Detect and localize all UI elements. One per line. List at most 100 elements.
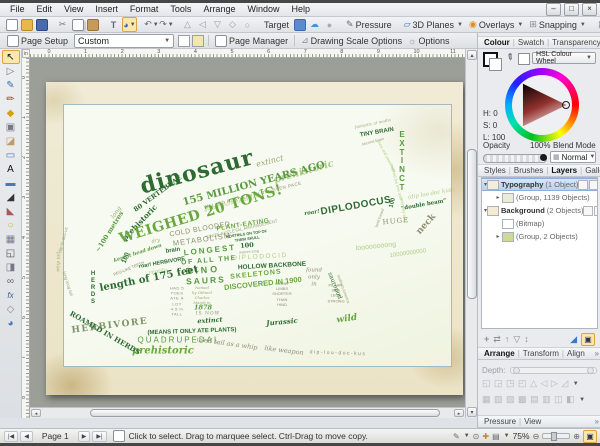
undo-button[interactable]: ↶▼ bbox=[145, 18, 158, 31]
zoom-out-icon[interactable]: ⊖ bbox=[533, 432, 540, 441]
document-page[interactable]: dinosaurextinctprehistoric155 MILLION YE… bbox=[46, 82, 463, 395]
menu-file[interactable]: File bbox=[4, 4, 31, 14]
text-tool[interactable]: A bbox=[2, 162, 20, 176]
page-colour-swatch[interactable] bbox=[178, 35, 190, 47]
horizontal-scrollbar[interactable]: ◂ ▸ bbox=[30, 407, 465, 418]
clone-tool[interactable]: ▣ bbox=[2, 120, 20, 134]
text-style-button[interactable]: T bbox=[107, 18, 120, 31]
ungroup-objects-icon[interactable]: ▧ bbox=[494, 394, 503, 405]
mask-tool[interactable]: ◨ bbox=[2, 260, 20, 274]
tab-layers[interactable]: Layers bbox=[548, 166, 580, 175]
previous-page-button[interactable]: ◀ bbox=[20, 431, 33, 442]
fill-colour-swatch[interactable] bbox=[489, 58, 502, 71]
layer-solo-toggle[interactable] bbox=[589, 180, 598, 190]
scroll-left-icon[interactable]: ◂ bbox=[31, 409, 41, 417]
next-page-button[interactable]: ▶ bbox=[78, 431, 91, 442]
group-button[interactable]: ◇ bbox=[226, 18, 239, 31]
properties-icon[interactable]: ▣ bbox=[581, 333, 595, 346]
move-down-icon[interactable]: ◳ bbox=[506, 378, 515, 389]
open-button[interactable] bbox=[20, 18, 33, 31]
page-background-swatch[interactable] bbox=[192, 35, 204, 47]
panel-overflow-icon[interactable]: » bbox=[595, 349, 599, 358]
rotate-button[interactable]: △ bbox=[181, 18, 194, 31]
fill-tool[interactable]: ◣ bbox=[2, 204, 20, 218]
options-button[interactable]: ☼Options bbox=[405, 36, 452, 46]
bring-front-icon[interactable]: ◱ bbox=[482, 378, 491, 389]
layer-edit-toggle[interactable] bbox=[583, 206, 593, 216]
menu-edit[interactable]: Edit bbox=[31, 4, 59, 14]
zoom-in-icon[interactable]: ⊕ bbox=[573, 432, 580, 441]
restore-button[interactable]: □ bbox=[564, 3, 579, 16]
ungroup-button[interactable]: ○ bbox=[241, 18, 254, 31]
scroll-down-icon[interactable]: ▾ bbox=[467, 407, 477, 417]
layer-row[interactable]: ▾Typography(1 Object)● bbox=[482, 178, 597, 191]
page-size-combobox[interactable]: Custom▼ bbox=[74, 34, 174, 48]
last-page-button[interactable]: ▶| bbox=[92, 431, 106, 442]
layer-row[interactable]: ▸(Group, 1139 Objects) bbox=[482, 191, 597, 204]
zoom-slider[interactable] bbox=[542, 433, 570, 439]
send-back-icon[interactable]: ◰ bbox=[518, 378, 527, 389]
target-sync-button[interactable]: ● bbox=[323, 18, 336, 31]
flip-h-icon[interactable]: ◁ bbox=[540, 378, 547, 389]
overlays-button[interactable]: ◉Overlays▼ bbox=[466, 19, 526, 30]
panel-tool[interactable]: ▬ bbox=[2, 176, 20, 190]
minimize-button[interactable]: – bbox=[546, 3, 561, 16]
depth-slider[interactable] bbox=[510, 367, 597, 374]
layer-expander-icon[interactable]: ▸ bbox=[494, 194, 502, 201]
fx-tool[interactable]: fx bbox=[2, 288, 20, 302]
depth-knob-left[interactable] bbox=[513, 367, 520, 374]
chevron-down-icon[interactable]: ▼ bbox=[573, 381, 579, 387]
move-up-icon[interactable]: ◲ bbox=[494, 378, 503, 389]
redo-button[interactable]: ↷▼ bbox=[160, 18, 173, 31]
tab-brushes[interactable]: Brushes bbox=[511, 166, 546, 175]
tab-styles[interactable]: Styles bbox=[481, 166, 509, 175]
subtract-icon[interactable]: ▩ bbox=[518, 394, 527, 405]
eraser-tool[interactable]: ◪ bbox=[2, 134, 20, 148]
shape-editor-tool[interactable]: ▷ bbox=[2, 64, 20, 78]
selector-tool[interactable]: ↖ bbox=[2, 50, 20, 64]
depth-knob-right[interactable] bbox=[587, 367, 594, 374]
menu-insert[interactable]: Insert bbox=[89, 4, 124, 14]
tab-arrange[interactable]: Arrange bbox=[481, 349, 518, 358]
close-button[interactable]: × bbox=[582, 3, 597, 16]
paste-button[interactable] bbox=[86, 18, 99, 31]
rectangle-tool[interactable]: ▭ bbox=[2, 148, 20, 162]
merge-icon[interactable]: ⇄ bbox=[493, 334, 501, 345]
hsl-colour-wheel[interactable] bbox=[505, 68, 579, 142]
vertical-scroll-thumb[interactable] bbox=[467, 149, 477, 299]
crop-tool[interactable]: ◱ bbox=[2, 246, 20, 260]
opacity-knob[interactable] bbox=[540, 154, 547, 161]
vertical-scrollbar[interactable]: ▴ ▾ bbox=[465, 49, 477, 418]
feather-icon[interactable]: ✎ bbox=[453, 432, 460, 441]
move-layer-icon[interactable]: + bbox=[484, 334, 489, 344]
snapping-button[interactable]: ⊞Snapping▼ bbox=[526, 19, 589, 30]
pen-tool[interactable]: ✎ bbox=[2, 78, 20, 92]
tab-colour[interactable]: Colour bbox=[481, 38, 513, 47]
quality-icon[interactable]: ▤ bbox=[492, 432, 500, 441]
layer-row[interactable]: (Bitmap) bbox=[482, 217, 597, 230]
menu-arrange[interactable]: Arrange bbox=[197, 4, 241, 14]
copy-button[interactable] bbox=[71, 18, 84, 31]
layer-solo-toggle[interactable] bbox=[594, 206, 598, 216]
opacity-slider[interactable] bbox=[483, 154, 547, 163]
eyedropper-tool[interactable]: ◢ bbox=[2, 190, 20, 204]
horizontal-ruler[interactable]: 01234567891011 bbox=[30, 49, 465, 58]
flip-vertical-button[interactable]: ▽ bbox=[211, 18, 224, 31]
filter-icon[interactable]: ▽ bbox=[513, 334, 520, 345]
reorder-icon[interactable]: ↕ bbox=[524, 334, 529, 344]
pressure-button[interactable]: ✎Pressure bbox=[343, 19, 395, 30]
new-document-button[interactable] bbox=[5, 18, 18, 31]
zoom-slider-thumb[interactable] bbox=[551, 432, 557, 441]
link-tool[interactable]: ∞ bbox=[2, 274, 20, 288]
skew-icon[interactable]: ◿ bbox=[561, 378, 568, 389]
break-icon[interactable]: ◧ bbox=[566, 394, 575, 405]
tab-transparency[interactable]: Transparency bbox=[549, 38, 600, 47]
menu-help[interactable]: Help bbox=[285, 4, 316, 14]
zoom-tool-icon[interactable]: ⊙ bbox=[473, 432, 480, 441]
layer-edit-toggle[interactable] bbox=[578, 180, 588, 190]
colour-selector-ring[interactable] bbox=[562, 101, 570, 109]
scroll-up-icon[interactable]: ▴ bbox=[467, 50, 477, 60]
horizontal-scroll-thumb[interactable] bbox=[90, 409, 440, 417]
planes-button[interactable]: ▱3D Planes▼ bbox=[401, 19, 466, 30]
chevron-down-icon[interactable]: ▼ bbox=[579, 397, 585, 403]
